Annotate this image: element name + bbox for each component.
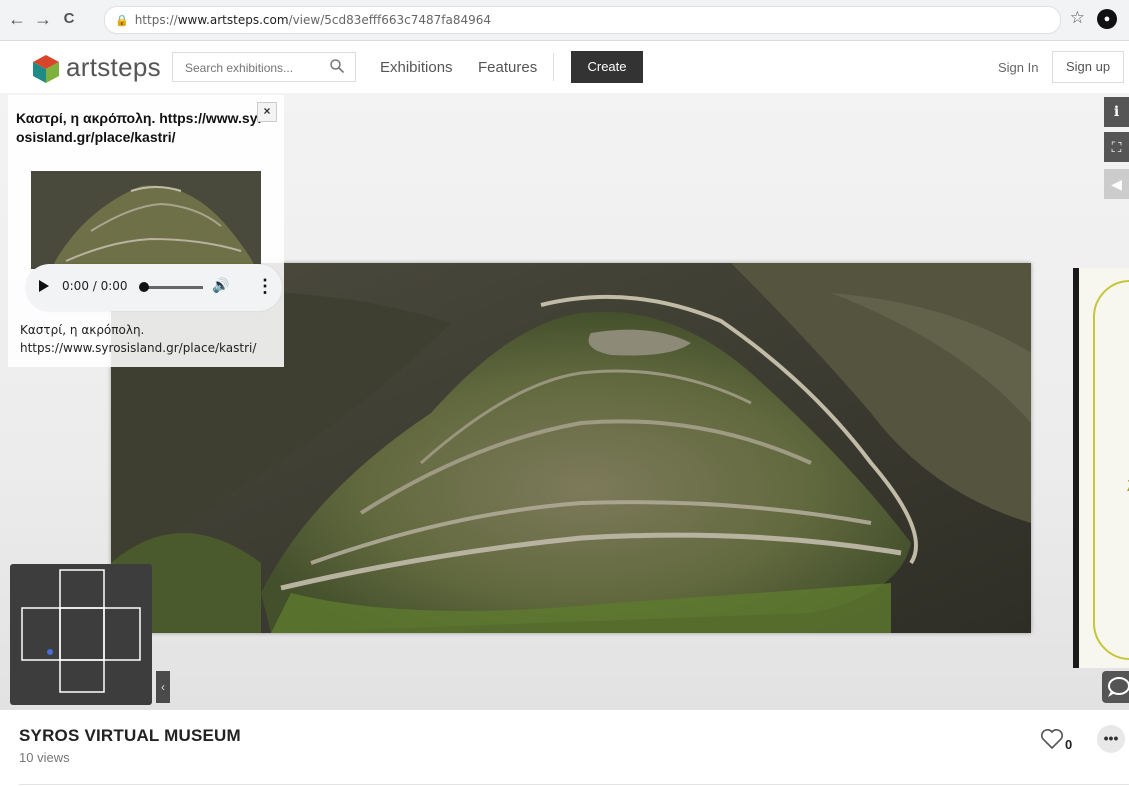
- artwork-info-popup: Καστρί, η ακρόπολη. https://www.syrosisl…: [8, 95, 284, 367]
- views-number: 10: [19, 750, 34, 765]
- bookmark-star-icon[interactable]: ☆: [1070, 8, 1085, 28]
- logo-text[interactable]: artsteps: [66, 52, 161, 83]
- chat-icon[interactable]: [1102, 671, 1129, 703]
- views-label: views: [37, 750, 70, 765]
- artwork-thumbnail: [31, 171, 261, 269]
- audio-time: 0:00 / 0:00: [62, 279, 128, 293]
- collapse-minimap-button[interactable]: ‹: [156, 671, 170, 703]
- sign-in-link[interactable]: Sign In: [998, 60, 1038, 75]
- reload-icon[interactable]: C: [58, 8, 80, 30]
- popup-description: Καστρί, η ακρόπολη. https://www.syrosisl…: [20, 321, 282, 357]
- nav-divider: [553, 53, 554, 81]
- sign-up-button[interactable]: Sign up: [1052, 51, 1124, 83]
- search-icon[interactable]: [329, 58, 345, 74]
- exhibition-title: SYROS VIRTUAL MUSEUM: [19, 726, 241, 745]
- info-button[interactable]: i: [1104, 97, 1129, 127]
- visitor-position-marker: [47, 649, 53, 655]
- minimap[interactable]: [10, 564, 152, 705]
- url-path: /view/5cd83efff663c7487fa84964: [288, 13, 492, 27]
- back-icon[interactable]: ←: [6, 8, 28, 30]
- sound-button[interactable]: ◀: [1104, 169, 1129, 199]
- popup-description-link[interactable]: https://www.syrosisland.gr/place/kastri/: [20, 339, 282, 357]
- close-popup-button[interactable]: ×: [257, 102, 277, 122]
- forward-icon[interactable]: →: [32, 8, 54, 30]
- divider: [19, 784, 1129, 785]
- audio-player: 0:00 / 0:00 🔊 ⋮: [26, 264, 282, 311]
- artsteps-logo-icon[interactable]: [31, 54, 61, 84]
- popup-title: Καστρί, η ακρόπολη. https://www.syrosisl…: [16, 110, 263, 145]
- search-box: [172, 52, 356, 82]
- extension-icon[interactable]: ●: [1097, 9, 1117, 29]
- next-artwork-frame[interactable]: λ: [1073, 268, 1129, 668]
- audio-progress-knob[interactable]: [139, 282, 149, 292]
- volume-icon[interactable]: 🔊: [212, 277, 229, 294]
- browser-toolbar: ← → C 🔒 https://www.artsteps.com/view/5cd…: [0, 0, 1129, 41]
- like-count: 0: [1065, 737, 1073, 752]
- play-icon[interactable]: [39, 280, 49, 292]
- nav-features[interactable]: Features: [478, 59, 537, 76]
- views-count: 10 views: [19, 750, 70, 765]
- more-options-button[interactable]: •••: [1097, 725, 1125, 753]
- create-button[interactable]: Create: [571, 51, 643, 83]
- search-input[interactable]: [183, 54, 327, 82]
- exhibition-viewer[interactable]: λ i ⛶ ◀ Καστρί, η ακρόπολη. https://www.…: [0, 93, 1129, 710]
- audio-progress-track[interactable]: [143, 286, 203, 289]
- floor-plan: [21, 569, 141, 693]
- audio-more-icon[interactable]: ⋮: [256, 276, 274, 297]
- lock-icon: 🔒: [115, 14, 129, 27]
- url-scheme: https://: [134, 13, 178, 27]
- nav-exhibitions[interactable]: Exhibitions: [380, 59, 453, 76]
- url-host: www.artsteps.com: [177, 13, 289, 27]
- heart-icon[interactable]: [1040, 728, 1064, 750]
- address-bar[interactable]: 🔒 https://www.artsteps.com/view/5cd83efff…: [104, 6, 1061, 34]
- fullscreen-button[interactable]: ⛶: [1104, 132, 1129, 162]
- popup-description-line: Καστρί, η ακρόπολη.: [20, 323, 145, 337]
- site-header: artsteps Exhibitions Features Create Sig…: [0, 41, 1129, 94]
